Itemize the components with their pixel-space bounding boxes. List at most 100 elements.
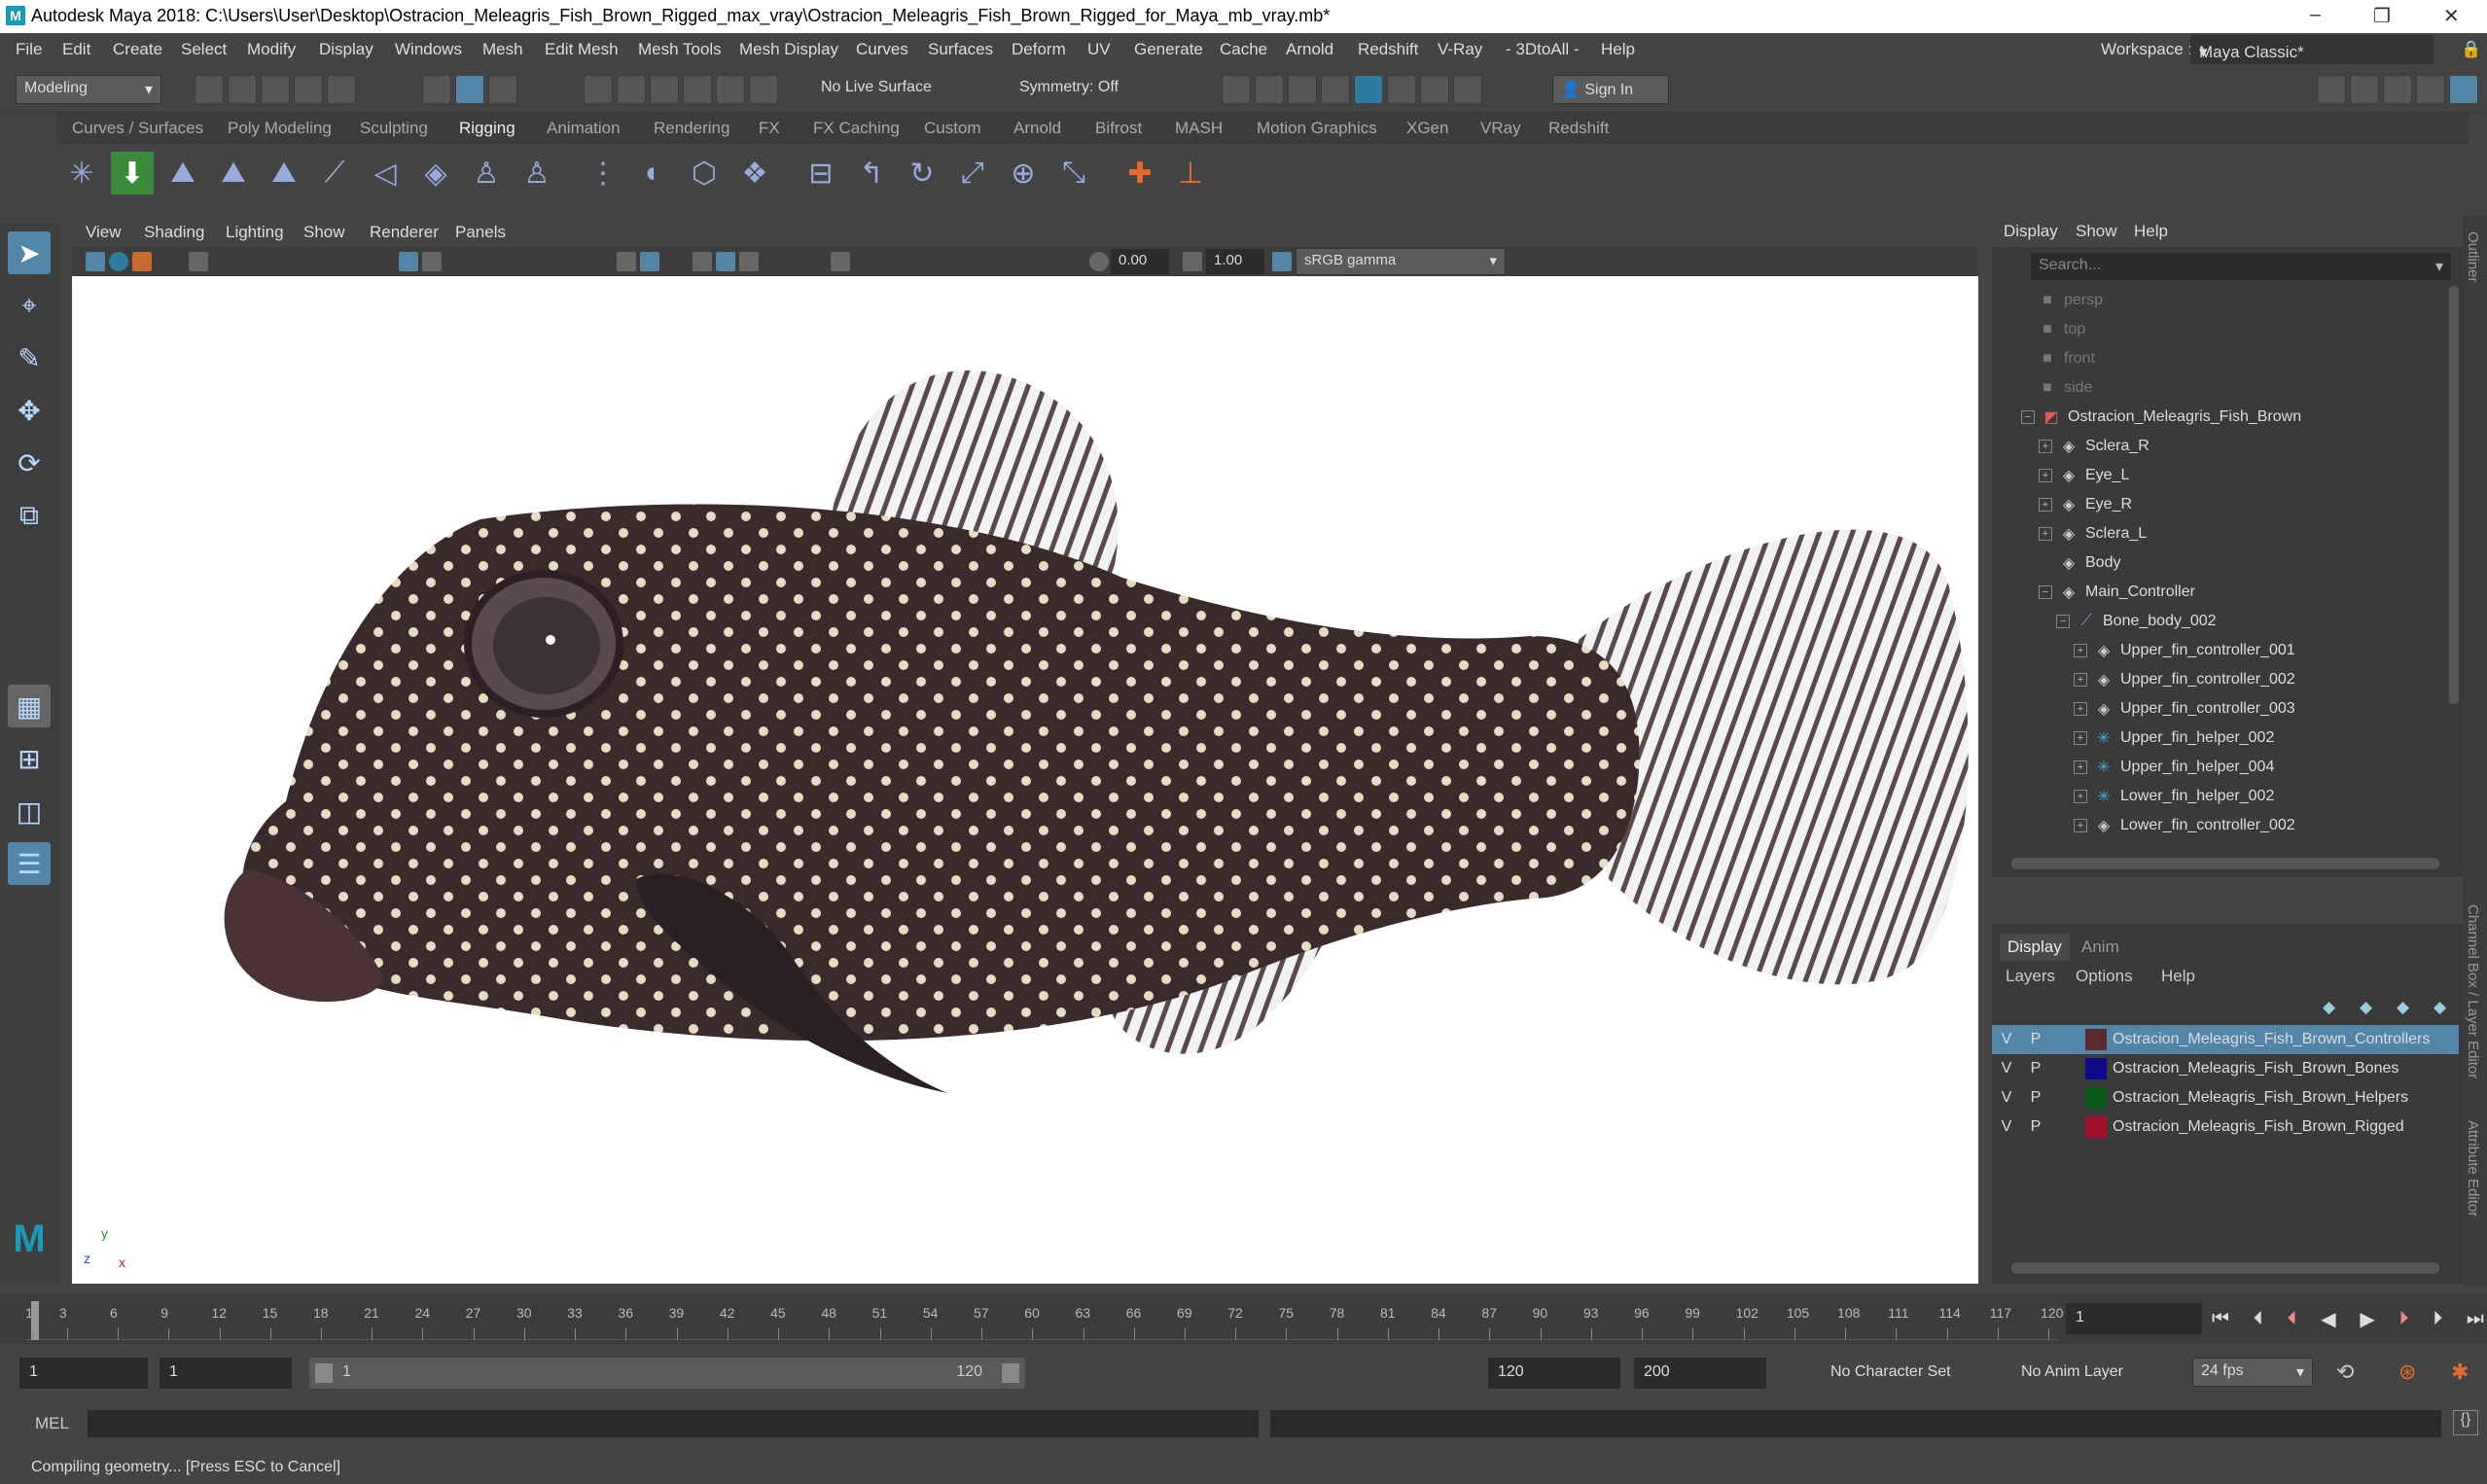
color-management-icon[interactable]	[1272, 252, 1292, 271]
point-constraint-icon[interactable]: ↰	[850, 152, 893, 194]
expand-icon[interactable]: +	[2074, 702, 2087, 716]
menu-edit[interactable]: Edit	[62, 40, 90, 59]
layer-row[interactable]: V P Ostracion_Meleagris_Fish_Brown_Bones	[1992, 1054, 2459, 1083]
color-space-dropdown[interactable]: sRGB gamma ▾	[1296, 248, 1506, 275]
mirror-joint-icon[interactable]: ◁	[364, 152, 407, 194]
new-scene-icon[interactable]	[195, 75, 224, 104]
tab-fx-caching[interactable]: FX Caching	[813, 119, 900, 138]
menu-vray[interactable]: V-Ray	[1438, 40, 1482, 59]
play-forwards-icon[interactable]: ▶	[2360, 1307, 2374, 1331]
layer-playback-toggle[interactable]: P	[2021, 1118, 2050, 1136]
tab-custom[interactable]: Custom	[924, 119, 981, 138]
next-key-icon[interactable]: ⏵	[2398, 1308, 2408, 1330]
cluster-icon[interactable]: ⋮	[582, 152, 624, 194]
parent-constraint-icon[interactable]: ⊟	[799, 152, 842, 194]
layer-visibility-toggle[interactable]: V	[1992, 1089, 2021, 1107]
pole-vector-icon[interactable]: ⤡	[1052, 152, 1095, 194]
vp-menu-panels[interactable]: Panels	[455, 223, 506, 242]
collapse-icon[interactable]: −	[2056, 615, 2070, 628]
tab-redshift[interactable]: Redshift	[1548, 119, 1609, 138]
menu-mesh-tools[interactable]: Mesh Tools	[638, 40, 722, 59]
playback-start-field[interactable]: 1	[160, 1358, 292, 1389]
lock-icon[interactable]: 🔒	[2461, 40, 2481, 59]
prev-key-icon[interactable]: ⏴	[2287, 1308, 2296, 1330]
pause-icon[interactable]	[1453, 75, 1482, 104]
expand-icon[interactable]: +	[2039, 498, 2052, 512]
tool-settings-icon[interactable]	[2416, 75, 2445, 104]
time-slider[interactable]: 1 3 6 9 12 15 18 21 24 27 30 33 36 39 42 45 48 51 54 57 60 63…	[0, 1293, 2487, 1344]
select-tool-icon[interactable]: ➤	[8, 231, 51, 274]
camera-attributes-icon[interactable]	[109, 252, 128, 271]
tab-curves-surfaces[interactable]: Curves / Surfaces	[72, 119, 203, 138]
undo-icon[interactable]	[294, 75, 323, 104]
list-item[interactable]: + ◈ Upper_fin_controller_001	[1992, 636, 2449, 665]
menu-uv[interactable]: UV	[1087, 40, 1111, 59]
restore-button[interactable]: ❐	[2373, 4, 2391, 28]
menu-windows[interactable]: Windows	[395, 40, 462, 59]
vray-ipr-icon[interactable]	[1420, 75, 1449, 104]
list-item[interactable]: − ◩ Ostracion_Meleagris_Fish_Brown	[1992, 403, 2449, 432]
layer-playback-toggle[interactable]: P	[2021, 1060, 2050, 1078]
tab-rendering[interactable]: Rendering	[654, 119, 729, 138]
exposure-field[interactable]: 0.00	[1111, 249, 1169, 274]
hypershade-icon[interactable]	[1354, 75, 1383, 104]
go-to-start-icon[interactable]: ⏮	[2212, 1308, 2229, 1330]
menu-mesh-display[interactable]: Mesh Display	[739, 40, 838, 59]
quick-rig-icon[interactable]: ♙	[515, 152, 558, 194]
layer-playback-toggle[interactable]: P	[2021, 1031, 2050, 1048]
list-item[interactable]: ■ top	[1992, 315, 2449, 344]
attribute-editor-side-tab[interactable]: Attribute Editor	[2465, 1120, 2481, 1217]
expand-icon[interactable]: +	[2074, 790, 2087, 803]
layout-single-icon[interactable]: ▦	[8, 685, 51, 727]
layer-menu-options[interactable]: Options	[2076, 967, 2133, 986]
expand-icon[interactable]: +	[2074, 644, 2087, 657]
select-component-icon[interactable]	[488, 75, 517, 104]
modeling-toolkit-icon[interactable]	[2317, 75, 2346, 104]
range-left-handle[interactable]	[315, 1363, 333, 1383]
redo-icon[interactable]	[327, 75, 356, 104]
list-item[interactable]: + ✳ Upper_fin_helper_004	[1992, 753, 2449, 782]
attribute-editor-icon[interactable]	[2383, 75, 2412, 104]
list-item[interactable]: ◈ Body	[1992, 548, 2449, 578]
scale-tool-icon[interactable]: ⧉	[8, 494, 51, 537]
play-backwards-icon[interactable]: ◀	[2321, 1307, 2335, 1331]
menu-modify[interactable]: Modify	[247, 40, 296, 59]
collapse-icon[interactable]: −	[2039, 585, 2052, 599]
close-button[interactable]: ✕	[2443, 4, 2460, 28]
snap-view-plane-icon[interactable]	[716, 75, 745, 104]
workspace-dropdown[interactable]: Maya Classic* ▾	[2190, 35, 2434, 64]
locator-icon[interactable]: ✚	[1119, 152, 1161, 194]
scale-constraint-icon[interactable]: ⤢	[951, 152, 994, 194]
expand-icon[interactable]: +	[2039, 440, 2052, 453]
layer-color-swatch[interactable]	[2085, 1116, 2107, 1138]
orient-joint-icon[interactable]: ◈	[414, 152, 457, 194]
humanik-icon[interactable]: ♙	[465, 152, 508, 194]
rotate-tool-icon[interactable]: ⟳	[8, 442, 51, 484]
save-scene-icon[interactable]	[261, 75, 290, 104]
layer-horizontal-scrollbar[interactable]	[2011, 1262, 2439, 1274]
list-item[interactable]: − ⟋ Bone_body_002	[1992, 607, 2449, 636]
channel-box-icon[interactable]	[2449, 75, 2478, 104]
outliner-menu-help[interactable]: Help	[2134, 222, 2168, 241]
move-layer-down-icon[interactable]: ◆	[2360, 998, 2372, 1017]
lattice-icon[interactable]: ⬡	[683, 152, 726, 194]
list-item[interactable]: + ◈ Upper_fin_controller_002	[1992, 665, 2449, 694]
list-item[interactable]: + ✳ Upper_fin_helper_002	[1992, 724, 2449, 753]
orient-constraint-icon[interactable]: ↻	[901, 152, 943, 194]
bookmarks-icon[interactable]	[132, 252, 152, 271]
sign-in-button[interactable]: 👤 Sign In	[1552, 75, 1669, 104]
list-item[interactable]: + ◈ Lower_fin_controller_002	[1992, 811, 2449, 838]
vp-menu-view[interactable]: View	[86, 223, 122, 242]
xray-icon[interactable]	[716, 252, 735, 271]
ipr-render-icon[interactable]	[1288, 75, 1317, 104]
menu-file[interactable]: File	[16, 40, 42, 59]
menu-arnold[interactable]: Arnold	[1286, 40, 1333, 59]
ik-spline-icon[interactable]: ⟋	[313, 152, 356, 194]
tab-display[interactable]: Display	[2000, 934, 2070, 961]
outliner-vertical-scrollbar[interactable]	[2449, 286, 2459, 704]
tab-poly-modeling[interactable]: Poly Modeling	[228, 119, 332, 138]
textured-icon[interactable]	[693, 252, 712, 271]
menu-select[interactable]: Select	[181, 40, 227, 59]
scene-start-field[interactable]: 1	[19, 1358, 148, 1389]
menu-help[interactable]: Help	[1601, 40, 1635, 59]
